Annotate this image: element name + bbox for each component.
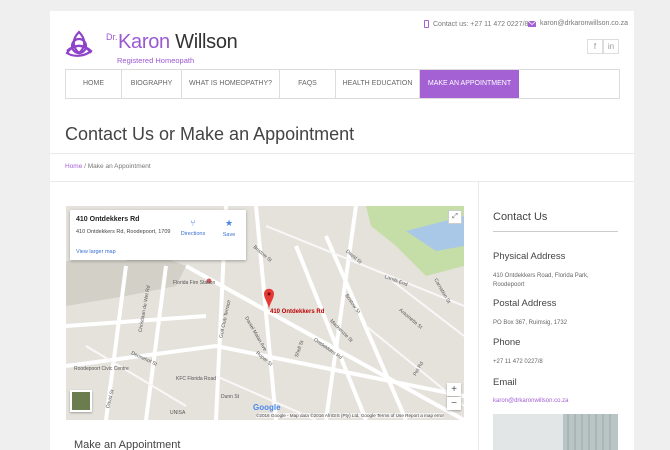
breadcrumb-current: Make an Appointment: [87, 163, 151, 170]
nav-item-faqs[interactable]: FAQS: [280, 70, 336, 98]
map-pin-icon[interactable]: [264, 287, 275, 310]
nav-item-biography[interactable]: BIOGRAPHY: [122, 70, 182, 98]
page-title: Contact Us or Make an Appointment: [65, 124, 355, 144]
physical-address-text: 410 Ontdekkers Road, Florida Park, Roode…: [493, 273, 589, 288]
breadcrumb-divider: [50, 181, 634, 182]
postal-address-heading: Postal Address: [493, 298, 557, 309]
zoom-out-button[interactable]: −: [447, 397, 461, 410]
map-card-title: 410 Ontdekkers Rd: [76, 216, 140, 223]
view-larger-map-link[interactable]: View larger map: [76, 249, 116, 255]
sidebar-title: Contact Us: [493, 211, 548, 223]
breadcrumb-home-link[interactable]: Home: [65, 163, 82, 170]
header-email-text: karon@drkaronwillson.co.za: [540, 20, 629, 27]
street-label: Dunn St: [221, 394, 240, 400]
directions-icon: ⑂: [190, 218, 196, 228]
google-logo: Google: [253, 403, 281, 412]
phone-heading: Phone: [493, 337, 521, 348]
sidebar-divider: [478, 182, 479, 450]
sidebar-title-divider: [493, 231, 618, 232]
place-label: Roodepoort Civic Centre: [74, 366, 129, 372]
logo-last-name: Willson: [175, 31, 238, 53]
header-phone-text: Contact us: +27 11 472 0227/8: [433, 20, 529, 28]
nav-item-home[interactable]: HOME: [66, 70, 122, 98]
nav-item-health-education[interactable]: HEALTH EDUCATION: [336, 70, 420, 98]
facebook-icon[interactable]: f: [587, 39, 603, 54]
fullscreen-icon[interactable]: ⤢: [448, 210, 462, 224]
satellite-toggle[interactable]: [70, 390, 92, 412]
google-map[interactable]: 410 Ontdekkers Rd 410 Ontdekkers Rd, Roo…: [66, 206, 464, 420]
logo-tagline: Registered Homeopath: [117, 56, 195, 65]
map-pin-label: 410 Ontdekkers Rd: [270, 309, 325, 315]
save-label: Save: [222, 232, 236, 238]
logo-first-name: Karon: [118, 31, 170, 53]
site-logo[interactable]: Dr. Karon Willson Registered Homeopath: [64, 29, 238, 69]
header-email[interactable]: karon@drkaronwillson.co.za: [528, 20, 628, 27]
page-container: Dr. Karon Willson Registered Homeopath C…: [50, 11, 634, 450]
triquetra-logo-icon: [65, 30, 93, 57]
save-button[interactable]: ★ Save: [214, 218, 244, 238]
star-icon: ★: [224, 218, 234, 228]
building-photo-graphic: [493, 414, 618, 450]
logo-dr-prefix: Dr.: [106, 32, 118, 42]
physical-address-heading: Physical Address: [493, 251, 566, 262]
logo-name: Karon Willson: [118, 31, 238, 54]
email-heading: Email: [493, 377, 517, 388]
breadcrumb: Home / Make an Appointment: [65, 163, 151, 170]
map-card-address: 410 Ontdekkers Rd, Roodepoort, 1709: [76, 229, 171, 235]
postal-address-text: PO Box 367, Ruimsig, 1732: [493, 320, 568, 326]
map-info-card: 410 Ontdekkers Rd 410 Ontdekkers Rd, Roo…: [70, 210, 246, 260]
nav-item-make-an-appointment[interactable]: MAKE AN APPOINTMENT: [420, 70, 519, 98]
place-label: KFC Florida Road: [176, 376, 217, 382]
appointment-section-title: Make an Appointment: [74, 439, 181, 450]
phone-text: +27 11 472 0227/8: [493, 359, 543, 365]
directions-label: Directions: [180, 231, 206, 237]
phone-icon: [424, 20, 429, 28]
place-label: UNISA: [170, 410, 186, 416]
header-phone[interactable]: Contact us: +27 11 472 0227/8: [424, 20, 528, 28]
linkedin-icon[interactable]: in: [603, 39, 619, 54]
zoom-in-button[interactable]: +: [447, 383, 461, 396]
building-photo: [493, 414, 618, 450]
envelope-icon: [528, 20, 536, 27]
nav-item-what-is-homeopathy[interactable]: WHAT IS HOMEOPATHY?: [182, 70, 280, 98]
place-label: Florida Fire Station: [173, 280, 216, 286]
directions-button[interactable]: ⑂ Directions: [178, 218, 208, 237]
main-navigation: HOME BIOGRAPHY WHAT IS HOMEOPATHY? FAQS …: [65, 69, 620, 99]
sidebar-email-link[interactable]: karon@drkaronwillson.co.za: [493, 398, 568, 404]
map-attribution[interactable]: ©2016 Google - Map data ©2016 AfriGIS (P…: [256, 413, 444, 418]
